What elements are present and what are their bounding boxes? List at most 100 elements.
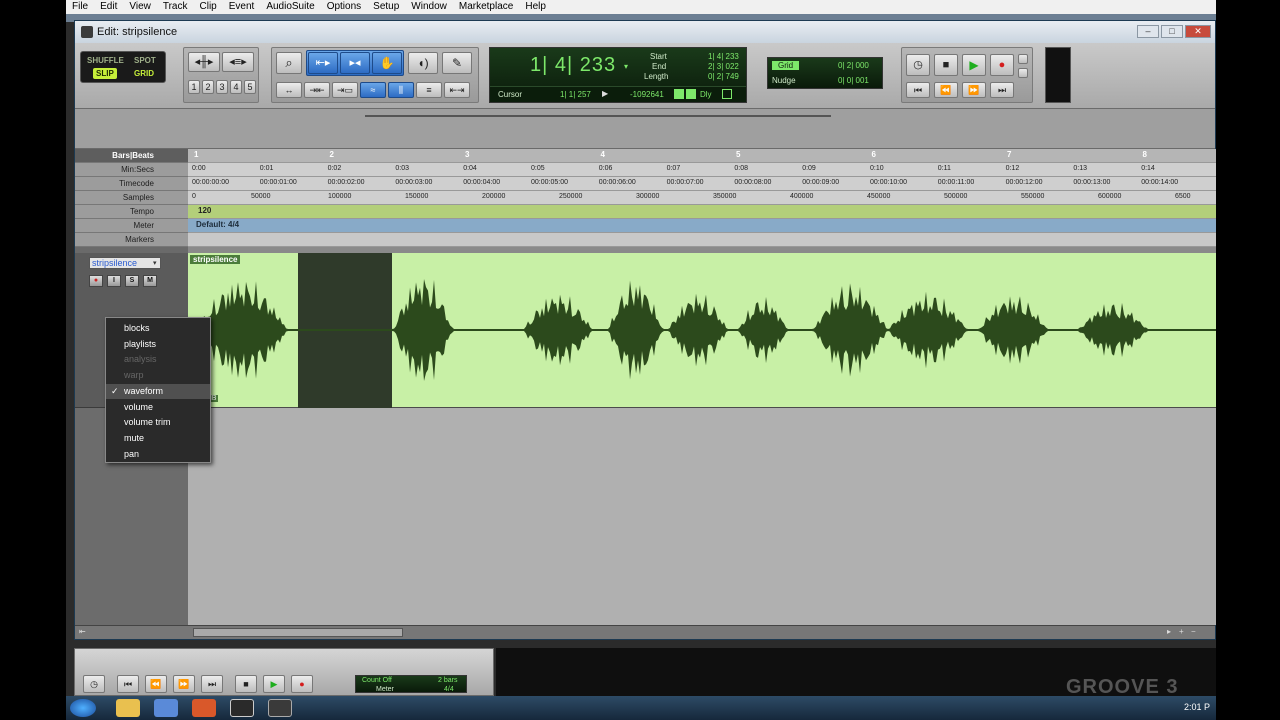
zoom-preset-1[interactable]: 1 [188, 80, 200, 94]
meter-value[interactable]: Default: 4/4 [196, 220, 239, 229]
insertion-follows-icon[interactable]: ⫼ [388, 82, 414, 98]
trim-tool-icon[interactable]: ⇤▸ [308, 52, 338, 74]
loop-playback-icon[interactable] [1018, 54, 1028, 64]
midi-output-icon[interactable] [686, 89, 696, 99]
zoom-out-icon[interactable]: ▸ [1167, 627, 1171, 636]
samples-ruler[interactable]: 0 50000 100000 150000 200000 250000 300000 3500… [188, 191, 1216, 205]
transport-end-icon[interactable]: ⏭ [201, 675, 223, 693]
end-value[interactable]: 2| 3| 022 [708, 62, 739, 71]
midi-zoom-icon[interactable]: ◂≡▸ [222, 52, 254, 72]
zoomer-tool-icon[interactable]: ⌕ [276, 52, 302, 74]
empty-track-space[interactable] [188, 408, 1216, 625]
link-track-icon[interactable]: ⇥▭ [332, 82, 358, 98]
grid-mode-button[interactable]: GRID [131, 68, 157, 79]
grid-value[interactable]: 0| 2| 000 [838, 61, 869, 70]
ruler-label-meter[interactable]: Meter [75, 219, 188, 233]
grabber-tool-icon[interactable]: ✋ [372, 52, 402, 74]
menu-file[interactable]: File [66, 0, 94, 14]
delay-compensation-icon[interactable] [722, 89, 732, 99]
selector-tool-icon[interactable]: ▸◂ [340, 52, 370, 74]
menu-setup[interactable]: Setup [367, 0, 405, 14]
count-off-display[interactable]: Count Off 2 bars Meter 4/4 [355, 675, 467, 693]
transport-ff-icon[interactable]: ⏩ [173, 675, 195, 693]
keyboard-focus-icon[interactable]: ≈ [360, 82, 386, 98]
slip-mode-button[interactable]: SLIP [93, 68, 117, 79]
mirror-midi-icon[interactable]: ≡ [416, 82, 442, 98]
zoom-in-icon[interactable]: + [1179, 627, 1184, 636]
menu-window[interactable]: Window [405, 0, 453, 14]
audio-track-lane[interactable]: stripsilence 0 dB [188, 253, 1216, 408]
menu-event[interactable]: Event [223, 0, 261, 14]
media-icon[interactable] [154, 699, 178, 717]
transport-rtz-icon[interactable]: ⏮ [117, 675, 139, 693]
ruler-label-tempo[interactable]: Tempo [75, 205, 188, 219]
ruler-label-markers[interactable]: Markers [75, 233, 188, 247]
view-menu-item-playlists[interactable]: playlists [106, 337, 210, 352]
browser-icon[interactable] [192, 699, 216, 717]
input-monitor-button[interactable]: I [107, 275, 121, 287]
start-value[interactable]: 1| 4| 233 [708, 52, 739, 61]
length-value[interactable]: 0| 2| 749 [708, 72, 739, 81]
close-icon[interactable]: ✕ [1185, 25, 1211, 38]
track-name-dropdown-icon[interactable]: ▾ [153, 259, 157, 267]
grid-label[interactable]: Grid [772, 61, 800, 70]
view-menu-item-waveform[interactable]: ✓ waveform [106, 383, 210, 399]
view-menu-item-pan[interactable]: pan [106, 447, 210, 462]
record-icon[interactable]: ● [990, 54, 1014, 76]
ruler-label-samples[interactable]: Samples [75, 191, 188, 205]
zoom-reset-icon[interactable]: − [1191, 627, 1196, 636]
minimize-icon[interactable]: – [1137, 25, 1159, 38]
menu-options[interactable]: Options [321, 0, 367, 14]
window-titlebar[interactable]: Edit: stripsilence – □ ✕ [75, 21, 1215, 43]
scroll-home-icon[interactable]: ⇤ [79, 627, 86, 636]
menu-clip[interactable]: Clip [194, 0, 223, 14]
zoom-preset-3[interactable]: 3 [216, 80, 228, 94]
scrubber-tool-icon[interactable]: ◖) [408, 52, 438, 74]
pencil-tool-icon[interactable]: ✎ [442, 52, 472, 74]
zoom-preset-5[interactable]: 5 [244, 80, 256, 94]
transport-stop-icon[interactable]: ■ [235, 675, 257, 693]
play-icon[interactable]: ▶ [962, 54, 986, 76]
ruler-label-minsecs[interactable]: Min:Secs [75, 163, 188, 177]
menu-marketplace[interactable]: Marketplace [453, 0, 519, 14]
menu-help[interactable]: Help [519, 0, 552, 14]
timecode-ruler[interactable]: 00:00:00:00 00:00:01:00 00:00:02:00 00:00:0… [188, 177, 1216, 191]
view-menu-item-blocks[interactable]: blocks [106, 321, 210, 336]
markers-ruler[interactable] [188, 233, 1216, 247]
maximize-icon[interactable]: □ [1161, 25, 1183, 38]
transport-rewind-icon[interactable]: ⏪ [145, 675, 167, 693]
solo-button[interactable]: S [125, 275, 139, 287]
minsecs-ruler[interactable]: 0:00 0:01 0:02 0:03 0:04 0:05 0:06 0:07 0:08 0:09… [188, 163, 1216, 177]
link-timeline-icon[interactable]: ⇥⇤ [304, 82, 330, 98]
record-enable-button[interactable]: ● [89, 275, 103, 287]
go-to-end-icon[interactable]: ⏭ [990, 82, 1014, 98]
nudge-value[interactable]: 0| 0| 001 [838, 76, 869, 85]
menu-track[interactable]: Track [157, 0, 194, 14]
transport-record-icon[interactable]: ● [291, 675, 313, 693]
bars-ruler[interactable]: 1 2 3 4 5 6 7 8 [188, 149, 1216, 163]
explorer-icon[interactable] [116, 699, 140, 717]
view-menu-item-volume[interactable]: volume [106, 400, 210, 415]
pro-tools-icon[interactable] [230, 699, 254, 717]
horizontal-scrollbar[interactable]: ⇤ ▸ + − [75, 625, 1215, 639]
main-counter[interactable]: 1| 4| 233 [530, 54, 616, 77]
zoom-preset-2[interactable]: 2 [202, 80, 214, 94]
ruler-label-bars[interactable]: Bars|Beats [75, 149, 188, 163]
meter-ruler[interactable]: Default: 4/4 [188, 219, 1216, 233]
quickpunch-icon[interactable] [1018, 68, 1028, 78]
rtz-icon[interactable]: ⏮ [906, 82, 930, 98]
midi-input-icon[interactable] [674, 89, 684, 99]
menu-audiosuite[interactable]: AudioSuite [260, 0, 320, 14]
view-menu-item-mute[interactable]: mute [106, 431, 210, 446]
app-icon-2[interactable] [268, 699, 292, 717]
menu-edit[interactable]: Edit [94, 0, 123, 14]
fast-forward-icon[interactable]: ⏩ [962, 82, 986, 98]
tempo-ruler[interactable]: 120 [188, 205, 1216, 219]
tempo-value[interactable]: 120 [198, 206, 211, 215]
zoom-preset-4[interactable]: 4 [230, 80, 242, 94]
track-name-field[interactable]: stripsilence [89, 257, 161, 269]
shuffle-mode-button[interactable]: SHUFFLE [84, 55, 127, 66]
transport-online-icon[interactable]: ◷ [83, 675, 105, 693]
stop-icon[interactable]: ■ [934, 54, 958, 76]
clip-name[interactable]: stripsilence [190, 255, 241, 264]
